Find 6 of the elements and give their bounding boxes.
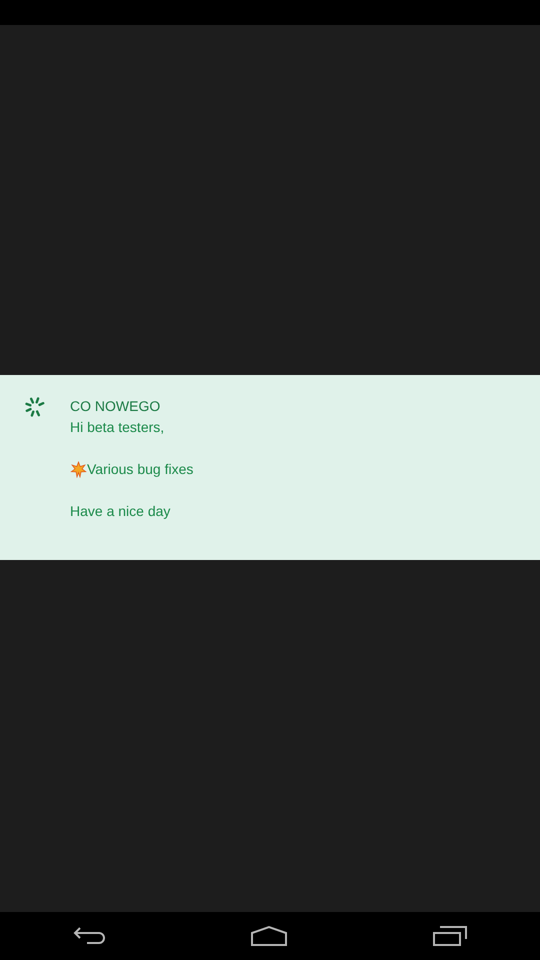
message-text: Hi beta testers, (70, 418, 164, 437)
spinner-icon (24, 396, 46, 418)
message-text: Various bug fixes (87, 460, 194, 479)
message-text: Have a nice day (70, 502, 170, 521)
sparkle-icon (70, 461, 87, 478)
notification-title: CO NOWEGO (70, 397, 162, 416)
